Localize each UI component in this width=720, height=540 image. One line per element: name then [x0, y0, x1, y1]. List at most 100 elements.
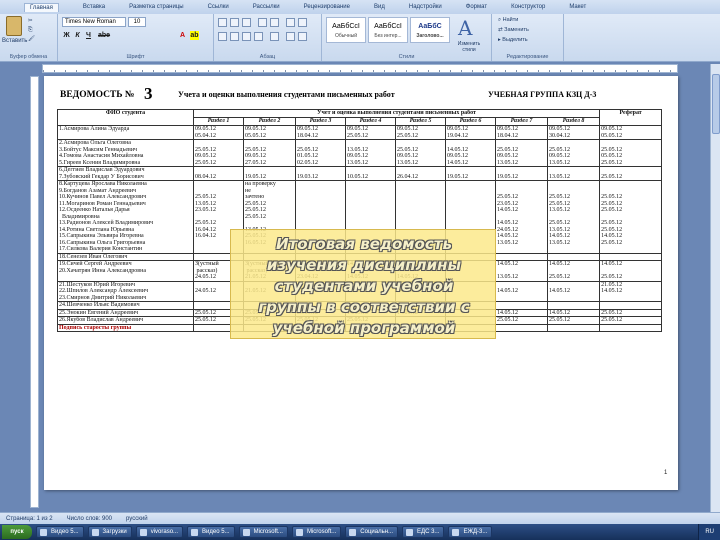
date-cell[interactable]: 14.05.12 25.05.12 — [546, 260, 601, 282]
increase-indent-icon[interactable] — [270, 18, 279, 27]
highlight-icon[interactable]: ab — [190, 31, 199, 40]
align-center-icon[interactable] — [230, 32, 239, 41]
status-words[interactable]: Число слов: 900 — [67, 516, 112, 522]
align-left-icon[interactable] — [218, 32, 227, 41]
font-size-select[interactable]: 10 — [128, 17, 146, 27]
paste-button[interactable]: Вставить — [2, 38, 27, 44]
student-name-cell[interactable]: 26.Якубов Владислав Андреевич — [57, 316, 194, 325]
date-cell[interactable]: 14.05.12 09.05.12 14.05.12 — [445, 139, 496, 167]
taskbar-item[interactable]: Социальн... — [345, 526, 399, 538]
taskbar-item[interactable]: Microsoft... — [291, 526, 342, 538]
date-cell[interactable]: 09.05.12 30.04.12 — [546, 125, 601, 140]
date-cell[interactable]: 09.05.12 05.05.12 — [599, 125, 663, 140]
date-cell[interactable]: 25.05.12 — [546, 316, 601, 325]
date-cell[interactable]: 14.05.12 — [495, 308, 548, 317]
student-name-cell[interactable]: 24.Шевченко Ильяс Вадимович — [57, 301, 194, 310]
student-name-cell[interactable]: 18.Сенезев Иван Олегович — [57, 252, 194, 261]
date-cell[interactable]: 14.05.12 13.05.12 — [495, 260, 548, 282]
date-cell[interactable]: 25.05.12 — [599, 308, 663, 317]
tab-layout[interactable]: Макет — [569, 4, 586, 10]
tab-design[interactable]: Конструктор — [511, 4, 545, 10]
taskbar-item[interactable]: Microsoft... — [238, 526, 288, 538]
taskbar-item[interactable]: Видео 5... — [187, 526, 235, 538]
date-cell[interactable]: 25.05.12 — [599, 316, 663, 325]
taskbar-item[interactable]: ЕДС 3... — [402, 526, 445, 538]
date-cell[interactable]: 13.05.12 09.05.12 13.05.12 — [345, 139, 396, 167]
taskbar-item[interactable]: ЕЖД-3... — [448, 526, 493, 538]
date-cell[interactable]: 19.05.12 — [243, 166, 296, 181]
find-button[interactable]: ⌕ Найти — [498, 17, 518, 24]
tab-view[interactable]: Вид — [374, 4, 385, 10]
strikethrough-button[interactable]: abe — [98, 31, 110, 40]
tab-format[interactable]: Формат — [466, 4, 487, 10]
paste-icon[interactable] — [6, 16, 22, 36]
date-cell[interactable]: 25.05.12 09.05.12 13.05.12 — [395, 139, 446, 167]
tab-addins[interactable]: Надстройки — [409, 4, 442, 10]
change-styles-button[interactable]: A Изменить стили — [454, 14, 488, 53]
font-color-icon[interactable]: A — [178, 31, 187, 40]
date-cell[interactable]: 19.03.12 — [295, 166, 346, 181]
vertical-ruler[interactable] — [30, 76, 39, 508]
taskbar-item[interactable]: vivoraso... — [135, 526, 184, 538]
date-cell[interactable]: 14.05.12 — [495, 280, 548, 302]
date-cell[interactable]: 09.05.12 25.05.12 — [395, 125, 446, 140]
date-cell[interactable]: 08.04.12 — [193, 166, 244, 181]
student-name-cell[interactable]: 6.Деггиев Владислав Эдуардович 7.Зубовск… — [57, 166, 194, 181]
date-cell[interactable]: 14.05.12 25.05.12 — [599, 260, 663, 282]
date-cell[interactable]: 21.05.12 14.05.12 — [599, 280, 663, 302]
date-cell[interactable]: 09.05.12 19.04.12 — [445, 125, 496, 140]
date-cell[interactable]: 25.05.12 — [599, 166, 663, 181]
taskbar-item[interactable]: Загрузки — [87, 526, 132, 538]
tab-insert[interactable]: Вставка — [83, 4, 105, 10]
bullets-icon[interactable] — [218, 18, 227, 27]
date-cell[interactable]: 09.05.12 05.05.12 — [243, 125, 296, 140]
date-cell[interactable]: 26.04.12 — [395, 166, 446, 181]
italic-button[interactable]: К — [73, 31, 82, 40]
date-cell[interactable]: 25.05.12 01.05.12 02.05.12 — [295, 139, 346, 167]
justify-icon[interactable] — [254, 32, 263, 41]
tab-review[interactable]: Рецензирование — [304, 4, 350, 10]
date-cell[interactable]: 25.05.12 23.05.12 14.05.12 14.05.12 24.0… — [495, 180, 548, 254]
sort-icon[interactable] — [286, 18, 295, 27]
line-spacing-icon[interactable] — [270, 32, 279, 41]
cut-icon[interactable]: ✂ — [28, 18, 33, 24]
style-heading[interactable]: АаБбС Заголово... — [410, 17, 450, 43]
underline-button[interactable]: Ч — [84, 31, 93, 40]
tab-page-layout[interactable]: Разметка страницы — [129, 4, 183, 10]
date-cell[interactable]: 14.05.12 — [546, 280, 601, 302]
date-cell[interactable]: 10.05.12 — [345, 166, 396, 181]
date-cell[interactable]: 25.05.12 — [495, 316, 548, 325]
format-painter-icon[interactable]: 🖌 — [28, 36, 35, 42]
style-no-spacing[interactable]: АаБбСсI Без интер... — [368, 17, 408, 43]
multilevel-list-icon[interactable] — [242, 18, 251, 27]
date-cell[interactable]: 19.05.12 — [495, 166, 548, 181]
date-cell[interactable]: 25.05.12 05.05.12 25.05.12 — [599, 139, 663, 167]
student-name-cell[interactable]: 1.Асмирова Алина Эдуарда — [57, 125, 194, 140]
student-name-cell[interactable]: 2.Асмирова Ольга Олеговна 3.Бойтус Макси… — [57, 139, 194, 167]
date-cell[interactable] — [495, 301, 548, 310]
pilcrow-icon[interactable] — [298, 18, 307, 27]
date-cell[interactable]: 25.05.12 09.05.12 13.05.12 — [546, 139, 601, 167]
status-page[interactable]: Страница: 1 из 2 — [6, 516, 53, 522]
taskbar-item[interactable]: Видео 5... — [36, 526, 84, 538]
bold-button[interactable]: Ж — [62, 31, 71, 40]
system-tray[interactable]: RU — [698, 524, 720, 540]
numbering-icon[interactable] — [230, 18, 239, 27]
borders-icon[interactable] — [298, 32, 307, 41]
replace-button[interactable]: ⇄ Заменить — [498, 27, 529, 33]
student-name-cell[interactable]: 25.Энокин Евгений Андреевич — [57, 308, 194, 317]
tab-home[interactable]: Главная — [24, 2, 59, 12]
date-cell[interactable]: 13.05.12 — [546, 166, 601, 181]
student-name-cell[interactable]: 19.Сичей Сергей Андреевич 20.Хачатрян Ин… — [57, 260, 194, 282]
date-cell[interactable]: 25.05.12 25.05.12 25.05.12 25.05.12 25.0… — [599, 180, 663, 254]
scrollbar-thumb[interactable] — [712, 74, 720, 134]
decrease-indent-icon[interactable] — [258, 18, 267, 27]
tab-references[interactable]: Ссылки — [208, 4, 229, 10]
date-cell[interactable]: 09.05.12 18.04.12 — [495, 125, 548, 140]
tab-mailings[interactable]: Рассылки — [253, 4, 280, 10]
date-cell[interactable]: 09.05.12 05.04.12 — [193, 125, 244, 140]
date-cell[interactable] — [599, 301, 663, 310]
date-cell[interactable]: 25.05.12 25.05.12 13.05.12 25.05.12 13.0… — [546, 180, 601, 254]
select-button[interactable]: ▸ Выделить — [498, 37, 528, 43]
date-cell[interactable]: 09.05.12 25.05.12 — [345, 125, 396, 140]
